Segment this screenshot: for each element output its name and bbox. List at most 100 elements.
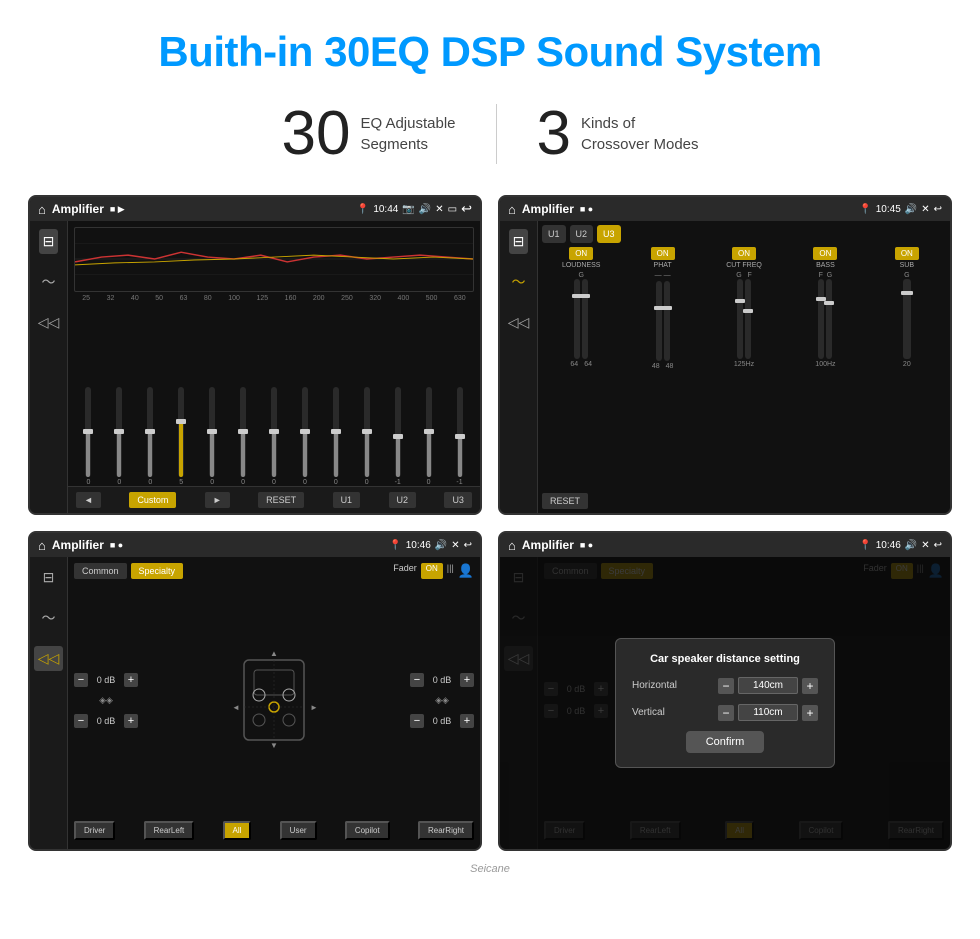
home-icon-4[interactable]: ⌂ [508,538,516,553]
icons-2: ■ ● [580,204,593,214]
vol-icon-2: 🔊 [905,204,917,215]
vol-icon-4: 🔊 [905,540,917,551]
tab-common[interactable]: Common [74,563,127,579]
home-icon-1[interactable]: ⌂ [38,202,46,217]
page-title: Buith-in 30EQ DSP Sound System [0,0,980,86]
plus-horizontal[interactable]: + [802,678,818,694]
wave-icon-3[interactable]: 〜 [38,604,60,632]
stat-crossover: 3 Kinds ofCrossover Modes [497,98,739,169]
wave-icon-2[interactable]: 〜 [508,268,530,296]
play-button[interactable]: ► [205,492,230,508]
u3-preset[interactable]: U3 [597,225,621,243]
eq-slider-track-2[interactable] [116,387,122,477]
speaker-icon-2[interactable]: ◁◁ [504,310,534,335]
driver-btn[interactable]: Driver [74,821,115,840]
svg-text:◄: ◄ [232,703,240,712]
bass-on[interactable]: ON [813,247,837,260]
speaker-main-area: − 0 dB + ◈◈ − 0 dB + [74,585,474,815]
back-icon-2[interactable]: ↩ [934,204,942,215]
side-icons-1: ⊟ 〜 ◁◁ [30,221,68,513]
rearright-btn[interactable]: RearRight [418,821,474,840]
minus-fl[interactable]: − [74,673,88,687]
minus-rl[interactable]: − [74,714,88,728]
eq-slider-col-6: 0 [229,387,258,486]
user-btn[interactable]: User [280,821,317,840]
plus-rr[interactable]: + [460,714,474,728]
status-left-4: ⌂ Amplifier ■ ● [508,538,593,553]
sub-on[interactable]: ON [895,247,919,260]
back-icon-4[interactable]: ↩ [934,540,942,551]
volume-icon-1: 🔊 [419,204,431,215]
minus-fr[interactable]: − [410,673,424,687]
status-bar-2: ⌂ Amplifier ■ ● 📍 10:45 🔊 ✕ ↩ [500,197,950,221]
rearleft-btn[interactable]: RearLeft [144,821,195,840]
eq-icon[interactable]: ⊟ [39,229,59,254]
eq-sliders-row: 0 0 0 [68,303,480,486]
u1-preset[interactable]: U1 [542,225,566,243]
crossover-reset[interactable]: RESET [542,493,588,509]
speaker-icon-3[interactable]: ◁◁ [34,646,64,671]
stat-eq: 30 EQ AdjustableSegments [241,98,495,169]
pin-icon-1: 📍 [357,204,369,215]
back-icon-1[interactable]: ↩ [461,201,472,217]
screen-content-3: ⊟ 〜 ◁◁ Common Specialty Fader ON ||| 👤 [30,557,480,849]
crossover-reset-area: RESET [542,491,946,509]
horizontal-input[interactable]: 140cm [738,677,798,694]
db-val-rl: 0 dB [92,716,120,726]
all-btn[interactable]: All [223,821,252,840]
screen-eq: ⌂ Amplifier ■ ▶ 📍 10:44 📷 🔊 ✕ ▭ ↩ ⊟ 〜 ◁◁ [28,195,482,515]
custom-button[interactable]: Custom [129,492,176,508]
eq-icon-3[interactable]: ⊟ [39,565,59,590]
u2-button[interactable]: U2 [389,492,417,508]
user-icon-3: 👤 [458,563,474,579]
icons-4: ■ ● [580,540,593,550]
wave-icon[interactable]: 〜 [38,268,60,296]
plus-fl[interactable]: + [124,673,138,687]
copilot-btn[interactable]: Copilot [345,821,390,840]
cutfreq-on[interactable]: ON [732,247,756,260]
phat-on[interactable]: ON [651,247,675,260]
db-control-fr: − 0 dB + [410,673,474,687]
speaker-icon[interactable]: ◁◁ [34,310,64,335]
eq-slider-col-12: 0 [414,387,443,486]
x-icon-1: ✕ [435,204,443,215]
camera-icon-1: 📷 [402,204,414,215]
status-right-4: 📍 10:46 🔊 ✕ ↩ [859,540,942,551]
back-icon-3[interactable]: ↩ [464,540,472,551]
pin-icon-2: 📍 [859,204,871,215]
eq-slider-track-1[interactable] [85,387,91,477]
svg-text:▼: ▼ [270,741,278,750]
u2-preset[interactable]: U2 [570,225,594,243]
u1-button[interactable]: U1 [333,492,361,508]
stat-crossover-number: 3 [537,98,571,169]
loudness-label: LOUDNESS [562,262,601,269]
status-left-2: ⌂ Amplifier ■ ● [508,202,593,217]
screen-crossover: ⌂ Amplifier ■ ● 📍 10:45 🔊 ✕ ↩ ⊟ 〜 ◁◁ U [498,195,952,515]
plus-rl[interactable]: + [124,714,138,728]
vertical-input[interactable]: 110cm [738,704,798,721]
prev-button[interactable]: ◄ [76,492,101,508]
home-icon-3[interactable]: ⌂ [38,538,46,553]
fader-on-badge[interactable]: ON [421,563,443,579]
minus-vertical[interactable]: − [718,705,734,721]
tab-specialty[interactable]: Specialty [131,563,184,579]
minus-rr[interactable]: − [410,714,424,728]
db-val-fr: 0 dB [428,675,456,685]
db-control-rl: − 0 dB + [74,714,138,728]
loudness-on[interactable]: ON [569,247,593,260]
reset-button[interactable]: RESET [258,492,304,508]
plus-fr[interactable]: + [460,673,474,687]
confirm-button[interactable]: Confirm [686,731,765,753]
channel-phat: ON PHAT — — 4848 [623,247,701,487]
plus-vertical[interactable]: + [802,705,818,721]
eq-icon-2[interactable]: ⊟ [509,229,529,254]
status-bar-4: ⌂ Amplifier ■ ● 📍 10:46 🔊 ✕ ↩ [500,533,950,557]
x-icon-2: ✕ [921,204,929,215]
x-icon-4: ✕ [921,540,929,551]
eq-slider-col-5: 0 [198,387,227,486]
horizontal-value-box: − 140cm + [718,677,818,694]
home-icon-2[interactable]: ⌂ [508,202,516,217]
status-right-1: 📍 10:44 📷 🔊 ✕ ▭ ↩ [357,201,472,217]
minus-horizontal[interactable]: − [718,678,734,694]
u3-button[interactable]: U3 [444,492,472,508]
